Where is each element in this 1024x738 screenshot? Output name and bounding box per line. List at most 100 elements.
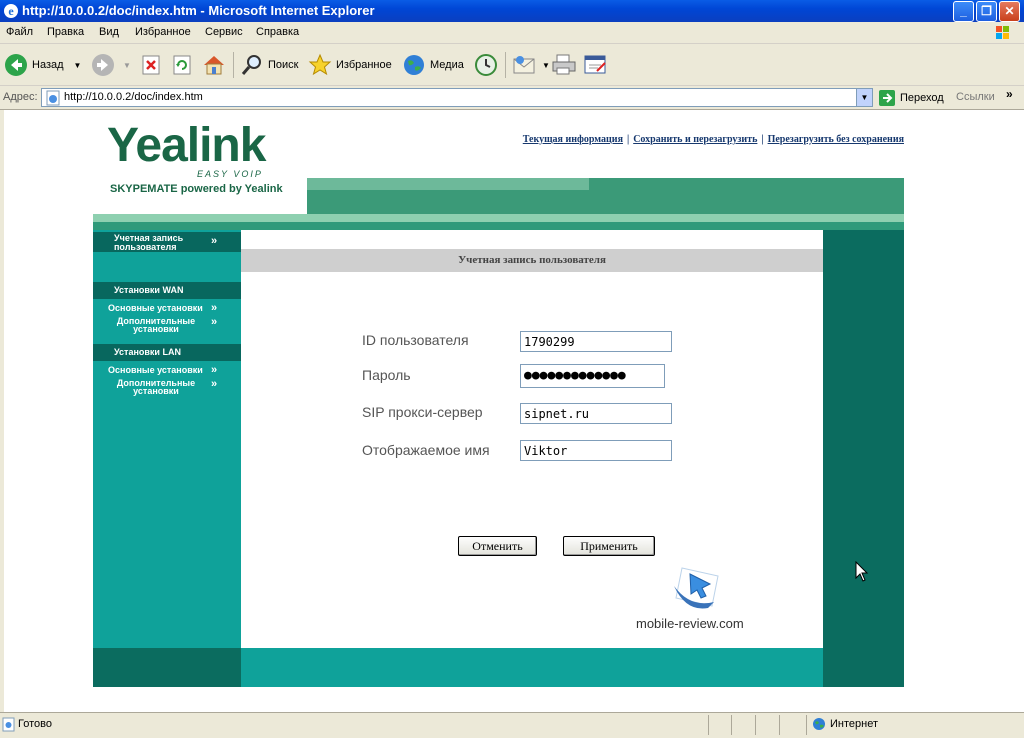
sip-proxy-input[interactable] (520, 403, 672, 424)
sidebar-section-wan: Установки WAN (93, 282, 241, 299)
display-name-label: Отображаемое имя (362, 442, 490, 458)
sidebar-item-wan-basic[interactable]: Основные установки » (93, 302, 241, 315)
link-current-info[interactable]: Текущая информация (523, 134, 623, 145)
windows-flag-icon (996, 26, 1009, 39)
status-text: Готово (18, 718, 52, 730)
window-titlebar: e http://10.0.0.2/doc/index.htm - Micros… (0, 0, 1024, 22)
page-icon (46, 90, 60, 106)
chevron-right-icon[interactable]: » (1006, 87, 1013, 101)
search-label: Поиск (268, 59, 299, 71)
links-button[interactable]: Ссылки (956, 91, 995, 103)
close-button[interactable]: ✕ (999, 1, 1020, 22)
sidebar-item-wan-advanced[interactable]: Дополнительные установки » (93, 316, 241, 337)
page-icon (2, 717, 15, 732)
link-reboot-no-save[interactable]: Перезагрузить без сохранения (768, 134, 904, 145)
menu-view[interactable]: Вид (99, 26, 119, 38)
maximize-button[interactable]: ❐ (976, 1, 997, 22)
double-chevron-icon: » (211, 378, 218, 390)
back-arrow-icon (5, 54, 27, 76)
ie-icon: e (4, 4, 18, 18)
chevron-down-icon[interactable]: ▼ (123, 61, 131, 70)
watermark-text: mobile-review.com (636, 616, 744, 631)
print-button[interactable] (551, 51, 577, 79)
zone-label: Интернет (830, 718, 878, 730)
sidebar-section-label: Установки LAN (114, 347, 181, 357)
address-dropdown-icon[interactable]: ▼ (856, 89, 872, 106)
menu-help[interactable]: Справка (256, 26, 299, 38)
address-input[interactable]: http://10.0.0.2/doc/index.htm ▼ (41, 88, 873, 107)
refresh-icon (173, 55, 191, 75)
history-button[interactable] (474, 51, 498, 79)
sidebar-section-label: Установки WAN (114, 285, 184, 295)
svg-text:e: e (8, 4, 14, 18)
media-label: Медиа (430, 59, 464, 71)
go-label: Переход (900, 92, 944, 104)
mouse-cursor-icon (855, 561, 869, 582)
refresh-button[interactable] (171, 51, 193, 79)
address-label: Адрес: (3, 91, 38, 103)
password-input[interactable]: ●●●●●●●●●●●●● (520, 364, 665, 388)
menu-file[interactable]: Файл (6, 26, 33, 38)
address-url: http://10.0.0.2/doc/index.htm (64, 91, 203, 103)
sidebar-section-lan: Установки LAN (93, 344, 241, 361)
minimize-button[interactable]: _ (953, 1, 974, 22)
go-button[interactable]: Переход (878, 89, 944, 107)
status-divider (731, 715, 732, 735)
back-label: Назад (32, 59, 64, 71)
yealink-logo: Yealink (107, 119, 266, 172)
favorites-button[interactable]: Избранное (308, 51, 392, 79)
forward-arrow-icon (92, 54, 114, 76)
stop-icon (142, 55, 160, 75)
right-column (823, 230, 904, 687)
go-arrow-icon (879, 90, 895, 106)
mail-icon (513, 56, 535, 74)
window-title: http://10.0.0.2/doc/index.htm - Microsof… (22, 3, 375, 18)
mobile-review-logo-icon (674, 567, 719, 609)
search-button[interactable]: Поиск (240, 51, 298, 79)
home-icon (204, 56, 224, 75)
back-button[interactable]: Назад ▼ (4, 51, 81, 79)
history-icon (475, 54, 497, 76)
media-button[interactable]: Медиа (402, 51, 464, 79)
page-header: Yealink EASY VOIP SKYPEMATE powered by Y… (93, 110, 904, 214)
mail-button[interactable]: ▼ (512, 51, 550, 79)
display-name-input[interactable] (520, 440, 672, 461)
star-icon (308, 53, 332, 76)
sidebar-item-lan-basic[interactable]: Основные установки » (93, 364, 241, 377)
double-chevron-icon: » (211, 302, 218, 314)
stop-button[interactable] (140, 51, 162, 79)
watermark: mobile-review.com (636, 567, 746, 634)
apply-button[interactable]: Применить (563, 536, 655, 556)
address-bar: Адрес: http://10.0.0.2/doc/index.htm ▼ П… (0, 86, 1024, 110)
menu-tools[interactable]: Сервис (205, 26, 243, 38)
header-stripe-dark (93, 222, 904, 230)
menu-edit[interactable]: Правка (47, 26, 84, 38)
edit-page-icon (584, 55, 606, 74)
sidebar-item-label: Учетная запись пользователя (114, 233, 184, 252)
internet-globe-icon (813, 718, 825, 730)
cancel-button[interactable]: Отменить (458, 536, 537, 556)
toolbar-separator (505, 52, 506, 78)
home-button[interactable] (202, 51, 226, 79)
menu-favorites[interactable]: Избранное (135, 26, 191, 38)
toolbar-separator (233, 52, 234, 78)
browser-viewport: Yealink EASY VOIP SKYPEMATE powered by Y… (0, 110, 1024, 712)
forward-button[interactable]: ▼ (91, 51, 131, 79)
chevron-down-icon[interactable]: ▼ (74, 61, 82, 70)
sidebar: Учетная запись пользователя » Установки … (93, 230, 241, 687)
edit-button[interactable] (583, 51, 609, 79)
user-id-input[interactable] (520, 331, 672, 352)
menu-bar: Файл Правка Вид Избранное Сервис Справка (0, 22, 1024, 44)
status-divider (755, 715, 756, 735)
header-tab (307, 178, 589, 190)
link-save-reboot[interactable]: Сохранить и перезагрузить (633, 134, 757, 145)
password-label: Пароль (362, 367, 411, 383)
sidebar-item-lan-advanced[interactable]: Дополнительные установки » (93, 378, 241, 399)
page-title: Учетная запись пользователя (241, 249, 823, 272)
chevron-down-icon[interactable]: ▼ (542, 61, 550, 70)
status-bar: Готово Интернет (0, 712, 1024, 738)
toolbar: Назад ▼ ▼ Поиск Избранное Медиа ▼ (0, 44, 1024, 86)
status-divider (806, 715, 807, 735)
logo-subtitle: EASY VOIP (197, 169, 263, 179)
sidebar-item-user-account[interactable]: Учетная запись пользователя » (93, 232, 241, 252)
